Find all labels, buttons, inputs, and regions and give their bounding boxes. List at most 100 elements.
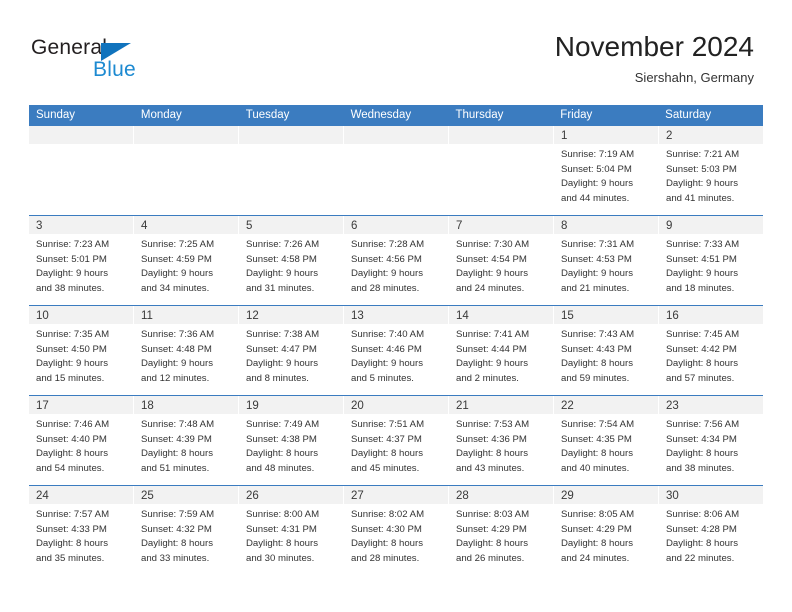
day-detail-line: Sunrise: 7:49 AM: [246, 419, 320, 430]
calendar-day-cell[interactable]: 24 Sunrise: 7:57 AM Sunset: 4:33 PM Dayligh…: [29, 486, 134, 575]
day-detail-line: and 18 minutes.: [666, 282, 735, 294]
day-detail-text: Sunrise: 7:35 AM Sunset: 4:50 PM Daylight:…: [29, 324, 133, 386]
day-detail-line: Daylight: 8 hours: [36, 448, 108, 460]
day-number-band: 21: [449, 396, 553, 414]
calendar-day-cell[interactable]: 14 Sunrise: 7:41 AM Sunset: 4:44 PM Dayligh…: [449, 306, 554, 395]
calendar-day-cell[interactable]: 7 Sunrise: 7:30 AM Sunset: 4:54 PM Daylight…: [449, 216, 554, 305]
calendar-day-cell[interactable]: 29 Sunrise: 8:05 AM Sunset: 4:29 PM Dayligh…: [554, 486, 659, 575]
day-detail-line: Daylight: 9 hours: [561, 268, 633, 280]
day-detail-line: Sunrise: 7:40 AM: [351, 329, 425, 340]
day-detail-text: Sunrise: 8:06 AM Sunset: 4:28 PM Daylight:…: [659, 504, 763, 566]
calendar-day-cell[interactable]: 12 Sunrise: 7:38 AM Sunset: 4:47 PM Dayligh…: [239, 306, 344, 395]
calendar-day-cell[interactable]: 21 Sunrise: 7:53 AM Sunset: 4:36 PM Dayligh…: [449, 396, 554, 485]
weekday-header-monday: Monday: [140, 109, 182, 121]
day-detail-text: Sunrise: 7:19 AM Sunset: 5:04 PM Daylight:…: [554, 144, 658, 206]
day-number: 22: [561, 400, 574, 412]
day-detail-line: and 8 minutes.: [246, 372, 309, 384]
day-detail-text: Sunrise: 8:05 AM Sunset: 4:29 PM Daylight:…: [554, 504, 658, 566]
day-number-band: 2: [659, 126, 763, 144]
day-detail-line: Sunset: 4:53 PM: [561, 253, 632, 265]
day-detail-line: and 34 minutes.: [141, 282, 210, 294]
day-detail-line: Daylight: 8 hours: [36, 538, 108, 550]
calendar-day-cell[interactable]: 8 Sunrise: 7:31 AM Sunset: 4:53 PM Daylight…: [554, 216, 659, 305]
day-detail-line: Daylight: 9 hours: [141, 358, 213, 370]
day-number-band: 11: [134, 306, 238, 324]
calendar-day-cell[interactable]: 20 Sunrise: 7:51 AM Sunset: 4:37 PM Dayligh…: [344, 396, 449, 485]
day-detail-line: Sunset: 4:31 PM: [246, 523, 317, 535]
calendar-day-cell[interactable]: 16 Sunrise: 7:45 AM Sunset: 4:42 PM Dayligh…: [659, 306, 763, 395]
day-number: 10: [36, 310, 49, 322]
day-detail-line: Sunset: 4:56 PM: [351, 253, 422, 265]
calendar-day-cell[interactable]: 9 Sunrise: 7:33 AM Sunset: 4:51 PM Daylight…: [659, 216, 763, 305]
day-detail-text: [344, 144, 448, 148]
calendar-day-cell[interactable]: 2 Sunrise: 7:21 AM Sunset: 5:03 PM Daylight…: [659, 126, 763, 215]
day-detail-line: Sunrise: 7:54 AM: [561, 419, 635, 430]
calendar-day-cell[interactable]: 23 Sunrise: 7:56 AM Sunset: 4:34 PM Dayligh…: [659, 396, 763, 485]
day-detail-line: Sunrise: 8:05 AM: [561, 509, 635, 520]
day-detail-text: Sunrise: 7:59 AM Sunset: 4:32 PM Daylight:…: [134, 504, 238, 566]
day-number: 23: [666, 400, 679, 412]
calendar-day-cell[interactable]: 3 Sunrise: 7:23 AM Sunset: 5:01 PM Daylight…: [29, 216, 134, 305]
day-detail-line: Sunset: 4:29 PM: [456, 523, 527, 535]
calendar-day-cell[interactable]: 18 Sunrise: 7:48 AM Sunset: 4:39 PM Dayligh…: [134, 396, 239, 485]
calendar-day-cell[interactable]: 19 Sunrise: 7:49 AM Sunset: 4:38 PM Dayligh…: [239, 396, 344, 485]
day-detail-text: Sunrise: 7:41 AM Sunset: 4:44 PM Daylight:…: [449, 324, 553, 386]
calendar-day-cell[interactable]: 25 Sunrise: 7:59 AM Sunset: 4:32 PM Dayligh…: [134, 486, 239, 575]
day-detail-line: Daylight: 9 hours: [666, 268, 738, 280]
day-detail-line: and 44 minutes.: [561, 192, 630, 204]
day-detail-line: and 38 minutes.: [666, 462, 735, 474]
general-blue-logo[interactable]: General Blue: [31, 36, 171, 86]
day-number-band: 19: [239, 396, 343, 414]
day-detail-line: Sunrise: 7:45 AM: [666, 329, 740, 340]
day-detail-line: Sunset: 4:42 PM: [666, 343, 737, 355]
day-detail-line: Daylight: 9 hours: [351, 358, 423, 370]
calendar-day-cell[interactable]: 22 Sunrise: 7:54 AM Sunset: 4:35 PM Dayligh…: [554, 396, 659, 485]
calendar-day-cell[interactable]: 30 Sunrise: 8:06 AM Sunset: 4:28 PM Dayligh…: [659, 486, 763, 575]
day-number: 28: [456, 490, 469, 502]
day-detail-line: Sunset: 4:30 PM: [351, 523, 422, 535]
calendar-week-row: 24 Sunrise: 7:57 AM Sunset: 4:33 PM Dayligh…: [29, 485, 763, 575]
calendar-day-cell[interactable]: 11 Sunrise: 7:36 AM Sunset: 4:48 PM Dayligh…: [134, 306, 239, 395]
day-number: 14: [456, 310, 469, 322]
day-detail-line: Sunset: 4:43 PM: [561, 343, 632, 355]
day-detail-line: Sunset: 4:39 PM: [141, 433, 212, 445]
calendar-day-cell[interactable]: 17 Sunrise: 7:46 AM Sunset: 4:40 PM Dayligh…: [29, 396, 134, 485]
calendar-day-cell[interactable]: 15 Sunrise: 7:43 AM Sunset: 4:43 PM Dayligh…: [554, 306, 659, 395]
day-detail-text: Sunrise: 8:00 AM Sunset: 4:31 PM Daylight:…: [239, 504, 343, 566]
calendar-day-cell[interactable]: 1 Sunrise: 7:19 AM Sunset: 5:04 PM Daylight…: [554, 126, 659, 215]
day-detail-line: Sunset: 5:03 PM: [666, 163, 737, 175]
calendar-day-cell[interactable]: 13 Sunrise: 7:40 AM Sunset: 4:46 PM Dayligh…: [344, 306, 449, 395]
calendar-day-cell[interactable]: 6 Sunrise: 7:28 AM Sunset: 4:56 PM Daylight…: [344, 216, 449, 305]
weekday-header-row: Sunday Monday Tuesday Wednesday Thursday…: [29, 105, 763, 126]
day-detail-line: and 28 minutes.: [351, 282, 420, 294]
weekday-header-sunday: Sunday: [36, 109, 76, 121]
day-detail-line: Sunrise: 8:06 AM: [666, 509, 740, 520]
calendar-day-cell[interactable]: 4 Sunrise: 7:25 AM Sunset: 4:59 PM Daylight…: [134, 216, 239, 305]
calendar-day-cell[interactable]: 5 Sunrise: 7:26 AM Sunset: 4:58 PM Daylight…: [239, 216, 344, 305]
day-number-band: 18: [134, 396, 238, 414]
day-detail-text: Sunrise: 7:36 AM Sunset: 4:48 PM Daylight:…: [134, 324, 238, 386]
day-detail-line: and 54 minutes.: [36, 462, 105, 474]
logo-text-general: General: [31, 36, 108, 59]
day-number-band: 12: [239, 306, 343, 324]
day-number-band: [29, 126, 133, 144]
calendar-day-cell[interactable]: 28 Sunrise: 8:03 AM Sunset: 4:29 PM Dayligh…: [449, 486, 554, 575]
day-detail-line: and 35 minutes.: [36, 552, 105, 564]
day-detail-line: and 26 minutes.: [456, 552, 525, 564]
day-number-band: 30: [659, 486, 763, 504]
calendar-day-cell[interactable]: 27 Sunrise: 8:02 AM Sunset: 4:30 PM Dayligh…: [344, 486, 449, 575]
day-detail-line: and 43 minutes.: [456, 462, 525, 474]
calendar-week-row: 3 Sunrise: 7:23 AM Sunset: 5:01 PM Daylight…: [29, 215, 763, 305]
day-number: 4: [141, 220, 148, 232]
day-detail-text: Sunrise: 7:48 AM Sunset: 4:39 PM Daylight:…: [134, 414, 238, 476]
calendar-day-cell[interactable]: 26 Sunrise: 8:00 AM Sunset: 4:31 PM Dayligh…: [239, 486, 344, 575]
title-block: November 2024 Siershahn, Germany: [555, 30, 754, 88]
day-detail-line: and 41 minutes.: [666, 192, 735, 204]
day-detail-text: Sunrise: 7:30 AM Sunset: 4:54 PM Daylight:…: [449, 234, 553, 296]
day-detail-line: Sunset: 4:58 PM: [246, 253, 317, 265]
day-detail-line: Daylight: 8 hours: [561, 358, 633, 370]
day-detail-text: Sunrise: 7:38 AM Sunset: 4:47 PM Daylight:…: [239, 324, 343, 386]
day-detail-line: Sunrise: 8:00 AM: [246, 509, 320, 520]
calendar-day-cell[interactable]: 10 Sunrise: 7:35 AM Sunset: 4:50 PM Dayligh…: [29, 306, 134, 395]
day-detail-line: Sunrise: 7:30 AM: [456, 239, 530, 250]
